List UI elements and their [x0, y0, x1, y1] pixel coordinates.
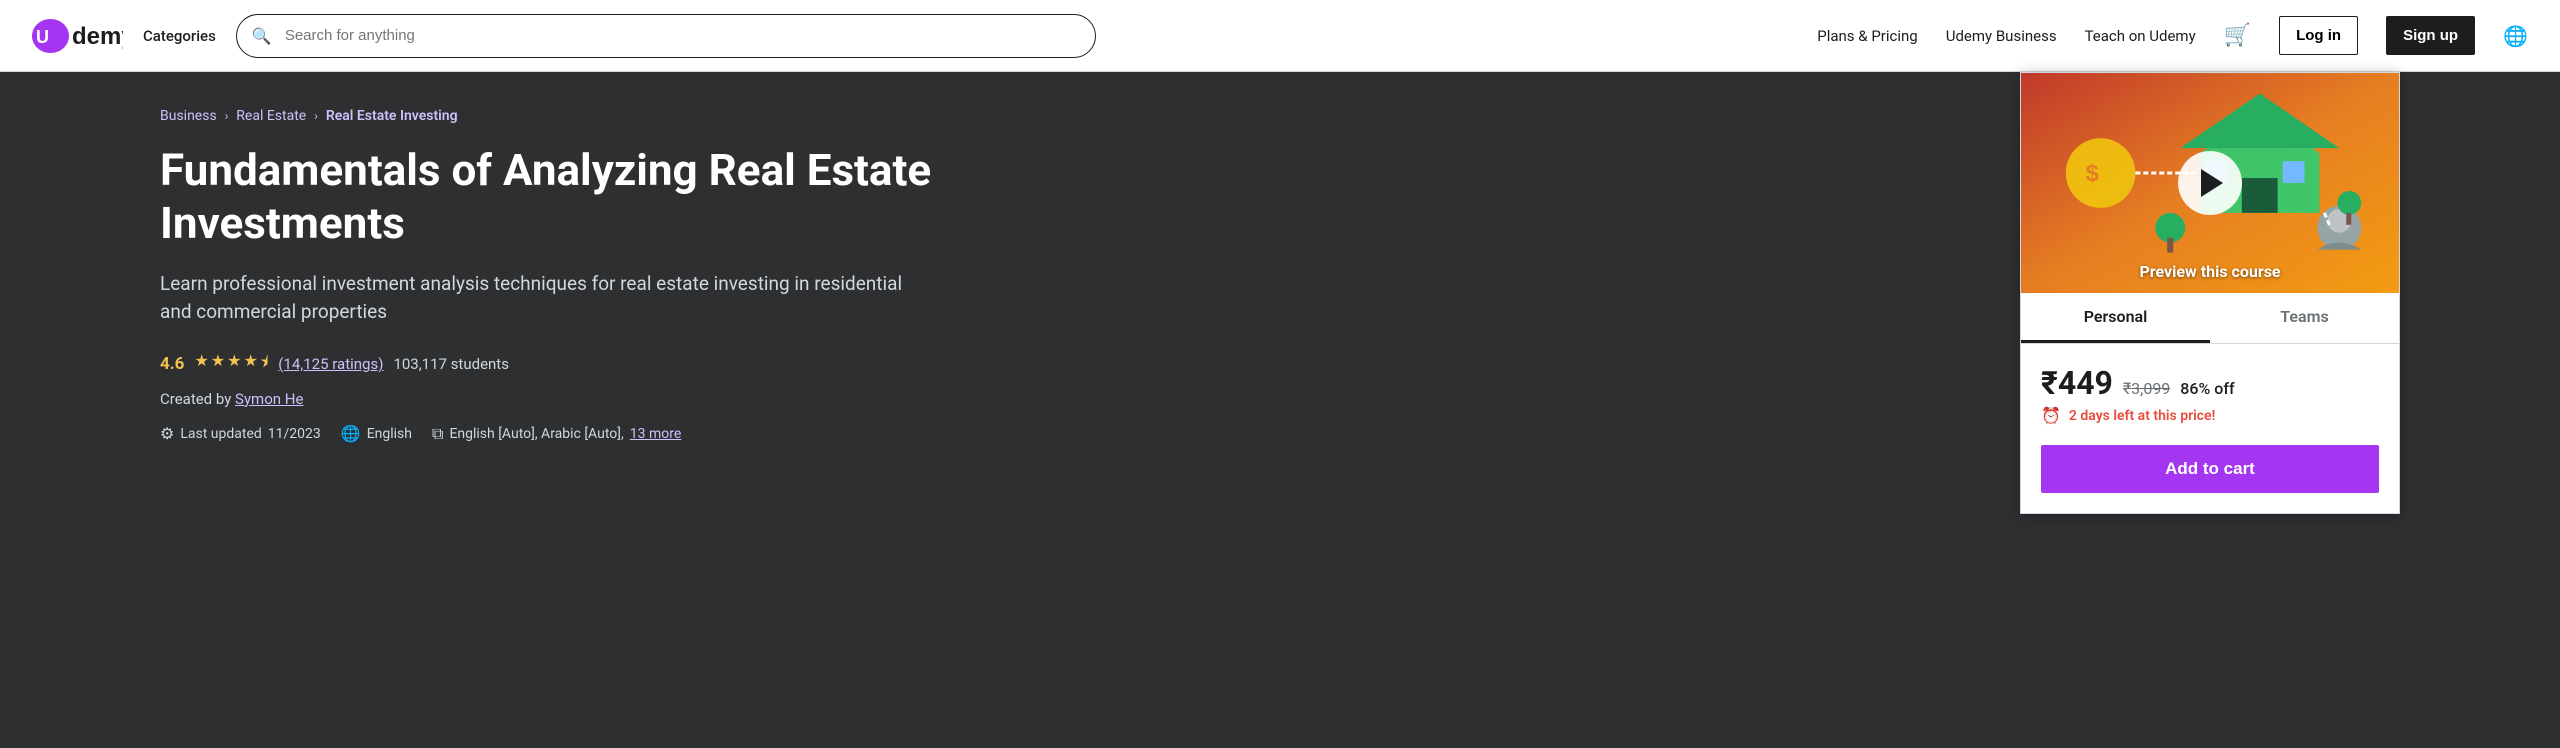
nav-links: Plans & Pricing Udemy Business Teach on … [1817, 16, 2528, 55]
meta-language-value: English [367, 426, 412, 442]
urgency-text: 2 days left at this price! [2069, 408, 2215, 424]
globe-meta-icon: ⚙ [160, 424, 174, 443]
urgency-days: 2 days [2069, 408, 2110, 424]
hero-section: Business › Real Estate › Real Estate Inv… [0, 72, 2560, 748]
search-bar: 🔍 [236, 14, 1096, 58]
cart-icon[interactable]: 🛒 [2224, 23, 2251, 48]
nav-link-teach[interactable]: Teach on Udemy [2085, 27, 2196, 45]
tab-teams[interactable]: Teams [2210, 293, 2399, 343]
star-5-half: ⯨ [260, 351, 268, 378]
search-input[interactable] [236, 14, 1096, 58]
rating-row: 4.6 ★ ★ ★ ★ ⯨ (14,125 ratings) 103,117 s… [160, 351, 1000, 378]
svg-text:$: $ [2086, 160, 2099, 187]
search-icon: 🔍 [252, 26, 272, 45]
course-info: Business › Real Estate › Real Estate Inv… [160, 108, 1040, 712]
rating-count[interactable]: (14,125 ratings) [278, 355, 383, 373]
svg-text:demy: demy [72, 23, 123, 50]
urgency-row: ⏰ 2 days left at this price! [2041, 406, 2379, 425]
categories-link[interactable]: Categories [143, 27, 216, 45]
meta-row: ⚙ Last updated 11/2023 🌐 English ⧉ Engli… [160, 424, 1000, 444]
stars: ★ ★ ★ ★ ⯨ [194, 351, 268, 378]
student-count: 103,117 students [393, 355, 509, 373]
meta-updated-value: 11/2023 [268, 426, 321, 442]
meta-updated: ⚙ Last updated 11/2023 [160, 424, 321, 443]
urgency-suffix: left at this price! [2113, 408, 2215, 424]
nav-link-business[interactable]: Udemy Business [1946, 27, 2057, 45]
meta-updated-label: Last updated [180, 426, 261, 442]
course-title: Fundamentals of Analyzing Real Estate In… [160, 144, 1000, 250]
signup-button[interactable]: Sign up [2386, 16, 2475, 55]
captions-icon: ⧉ [432, 424, 443, 444]
course-description: Learn professional investment analysis t… [160, 270, 920, 327]
play-triangle-icon [2201, 169, 2223, 197]
alarm-icon: ⏰ [2041, 406, 2061, 425]
breadcrumb: Business › Real Estate › Real Estate Inv… [160, 108, 1000, 124]
globe-icon[interactable]: 🌐 [2503, 24, 2528, 48]
svg-text:U: U [36, 27, 49, 47]
author-link[interactable]: Symon He [235, 390, 303, 408]
price-row: ₹449 ₹3,099 86% off [2041, 364, 2379, 402]
logo[interactable]: U demy [32, 19, 123, 53]
meta-language: 🌐 English [341, 424, 412, 443]
author-label: Created by [160, 390, 231, 408]
meta-captions-text: English [Auto], Arabic [Auto], [449, 426, 623, 442]
course-card: $ Preview this course Personal [2020, 72, 2400, 514]
meta-captions: ⧉ English [Auto], Arabic [Auto], 13 more [432, 424, 681, 444]
breadcrumb-investing[interactable]: Real Estate Investing [326, 108, 458, 124]
tab-personal[interactable]: Personal [2021, 293, 2210, 343]
price-original: ₹3,099 [2123, 379, 2170, 398]
course-preview[interactable]: $ Preview this course [2021, 73, 2399, 293]
price-discount: 86% off [2180, 379, 2234, 398]
meta-more-link[interactable]: 13 more [630, 426, 682, 442]
login-button[interactable]: Log in [2279, 16, 2358, 55]
add-to-cart-button[interactable]: Add to cart [2041, 445, 2379, 493]
breadcrumb-realestate[interactable]: Real Estate [236, 108, 306, 124]
rating-number: 4.6 [160, 354, 184, 374]
star-2: ★ [211, 351, 225, 378]
breadcrumb-sep-2: › [314, 109, 318, 123]
card-tabs: Personal Teams [2021, 293, 2399, 344]
preview-label: Preview this course [2139, 262, 2280, 281]
card-body: ₹449 ₹3,099 86% off ⏰ 2 days left at thi… [2021, 344, 2399, 513]
navbar: U demy Categories 🔍 Plans & Pricing Udem… [0, 0, 2560, 72]
breadcrumb-business[interactable]: Business [160, 108, 217, 124]
price-current: ₹449 [2041, 364, 2113, 402]
author-row: Created by Symon He [160, 390, 1000, 408]
nav-link-plans[interactable]: Plans & Pricing [1817, 27, 1917, 45]
star-4: ★ [243, 351, 257, 378]
play-button[interactable] [2178, 151, 2242, 215]
star-3: ★ [227, 351, 241, 378]
language-icon: 🌐 [341, 424, 361, 443]
star-1: ★ [194, 351, 208, 378]
breadcrumb-sep-1: › [225, 109, 229, 123]
